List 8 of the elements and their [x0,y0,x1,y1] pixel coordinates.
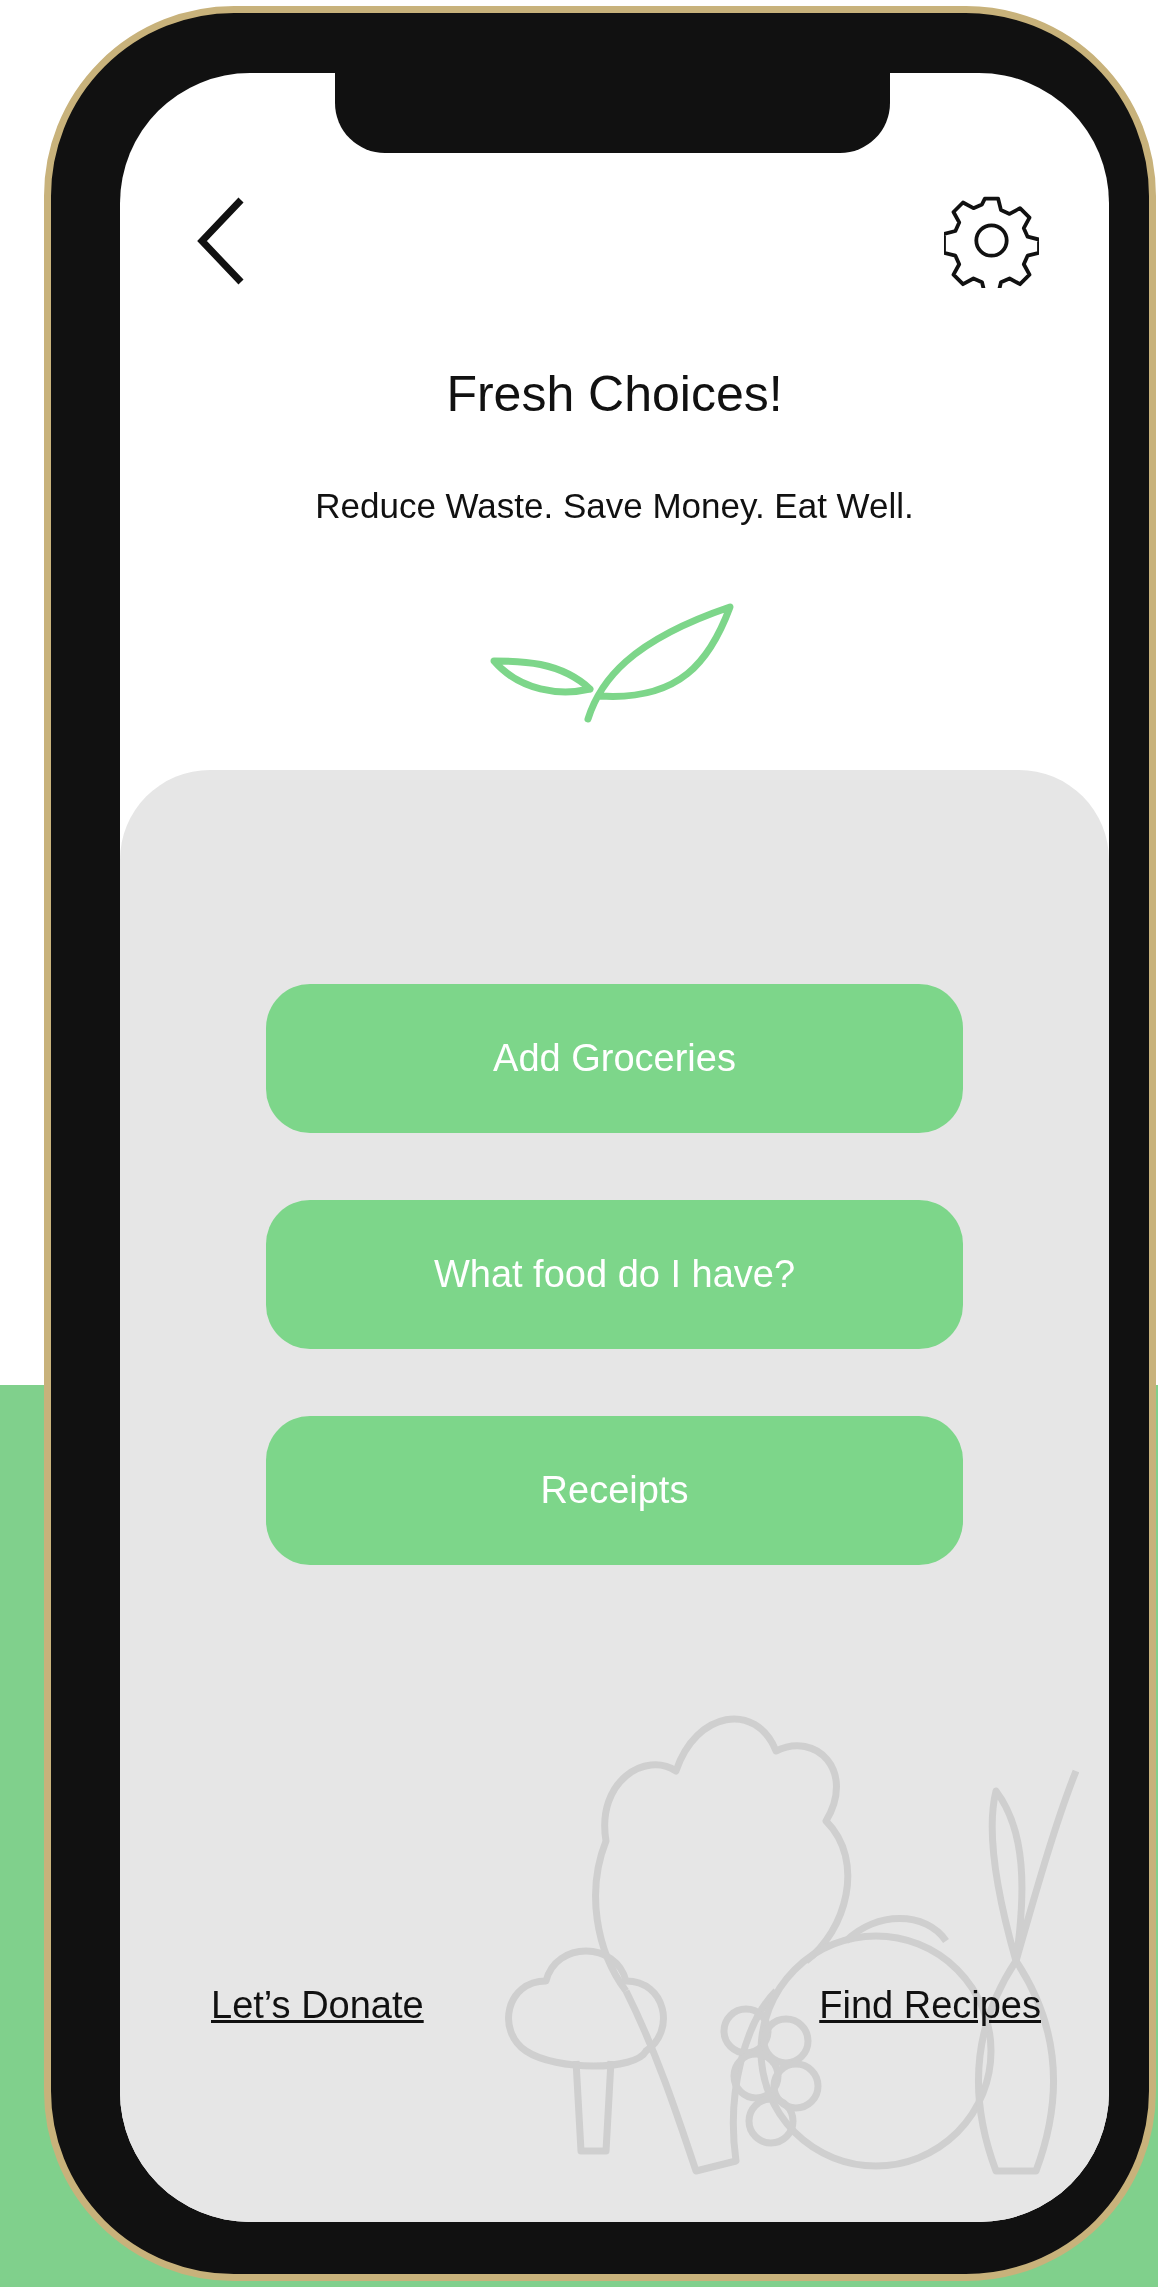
menu-button[interactable]: Receipts [266,1416,963,1565]
menu-button[interactable]: Add Groceries [266,984,963,1133]
menu-button[interactable]: What food do I have? [266,1200,963,1349]
tagline: Reduce Waste. Save Money. Eat Well. [315,485,914,527]
text-link[interactable]: Find Recipes [819,1982,1041,2028]
app-title: Fresh Choices! [446,365,783,424]
text-link[interactable]: Let’s Donate [211,1982,424,2028]
back-icon[interactable] [196,195,246,286]
